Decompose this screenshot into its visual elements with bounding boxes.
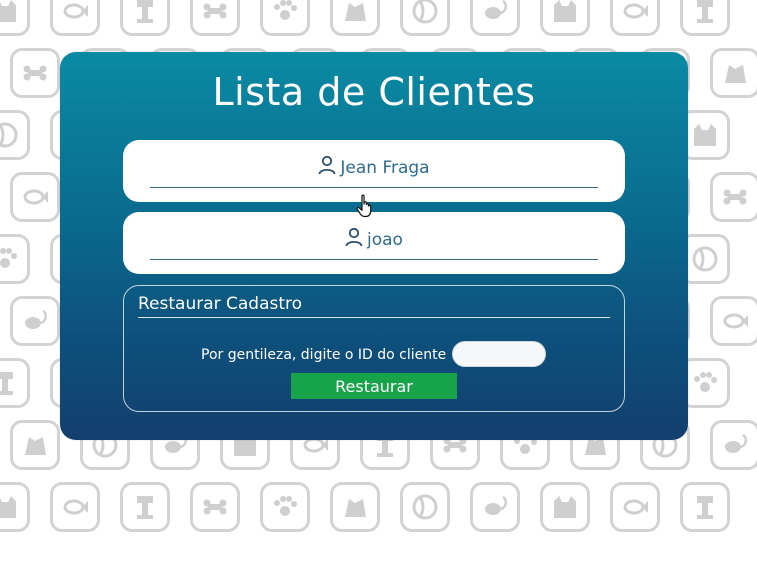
background-tile <box>470 482 520 532</box>
cat-icon <box>554 496 576 518</box>
client-card[interactable]: joao <box>123 212 625 274</box>
background-tile <box>330 0 380 36</box>
ball-icon <box>692 246 718 272</box>
background-tile <box>10 420 60 470</box>
dog-icon <box>725 65 746 83</box>
restore-button[interactable]: Restaurar <box>291 373 457 399</box>
dog-icon <box>25 437 46 455</box>
background-tile <box>610 0 660 36</box>
background-tile <box>0 0 30 36</box>
background-tile <box>50 482 100 532</box>
background-tile <box>710 420 757 470</box>
cat-icon <box>694 124 716 146</box>
ball-icon <box>0 122 18 148</box>
client-list-panel: Lista de Clientes Jean Fraga joao Restau… <box>60 52 688 440</box>
client-name: joao <box>367 230 403 250</box>
ball-icon <box>412 0 438 24</box>
background-tile <box>260 482 310 532</box>
mouse-icon <box>725 433 747 453</box>
scratch-post-icon <box>697 496 713 519</box>
mouse-icon <box>485 0 507 19</box>
ball-icon <box>412 494 438 520</box>
background-tile <box>190 482 240 532</box>
background-tile <box>470 0 520 36</box>
fish-icon <box>63 3 88 19</box>
client-name: Jean Fraga <box>340 158 430 178</box>
background-tile <box>120 482 170 532</box>
restore-heading: Restaurar Cadastro <box>138 294 303 314</box>
background-tile <box>710 48 757 98</box>
background-tile <box>0 110 30 160</box>
background-tile <box>610 482 660 532</box>
background-tile <box>10 172 60 222</box>
background-tile <box>10 48 60 98</box>
background-tile <box>10 296 60 346</box>
scratch-post-icon <box>0 372 13 395</box>
client-id-input[interactable] <box>452 341 546 367</box>
paw-icon <box>274 496 297 516</box>
background-tile <box>120 0 170 36</box>
hand-cursor-icon <box>356 194 372 218</box>
background-tile <box>50 0 100 36</box>
fish-icon <box>23 189 48 205</box>
dog-icon <box>345 499 366 517</box>
mouse-icon <box>485 495 507 515</box>
bone-icon <box>203 499 227 515</box>
paw-icon <box>0 248 17 268</box>
background-tile <box>710 172 757 222</box>
card-underline <box>150 187 598 188</box>
background-tile <box>260 0 310 36</box>
background-tile <box>400 0 450 36</box>
background-tile <box>680 0 730 36</box>
user-icon <box>318 155 336 175</box>
fish-icon <box>723 313 748 329</box>
background-tile <box>190 0 240 36</box>
paw-icon <box>694 372 717 392</box>
bone-icon <box>723 189 747 205</box>
user-icon <box>345 227 363 247</box>
background-tile <box>330 482 380 532</box>
restore-divider <box>138 317 610 318</box>
cat-icon <box>0 496 16 518</box>
card-underline <box>150 259 598 260</box>
cat-icon <box>0 0 16 22</box>
background-tile <box>400 482 450 532</box>
background-tile <box>540 482 590 532</box>
background-tile <box>0 358 30 408</box>
scratch-post-icon <box>137 0 153 23</box>
scratch-post-icon <box>697 0 713 23</box>
restore-section: Restaurar Cadastro Por gentileza, digite… <box>123 285 625 412</box>
client-card[interactable]: Jean Fraga <box>123 140 625 202</box>
background-tile <box>0 234 30 284</box>
page-title: Lista de Clientes <box>212 70 536 114</box>
fish-icon <box>623 3 648 19</box>
fish-icon <box>623 499 648 515</box>
scratch-post-icon <box>137 496 153 519</box>
background-tile <box>680 482 730 532</box>
mouse-icon <box>25 309 47 329</box>
bone-icon <box>23 65 47 81</box>
background-tile <box>540 0 590 36</box>
restore-id-label: Por gentileza, digite o ID do cliente <box>201 347 447 363</box>
background-tile <box>0 482 30 532</box>
bone-icon <box>203 3 227 19</box>
background-tile <box>710 296 757 346</box>
cat-icon <box>554 0 576 22</box>
dog-icon <box>345 3 366 21</box>
fish-icon <box>63 499 88 515</box>
paw-icon <box>274 0 297 20</box>
